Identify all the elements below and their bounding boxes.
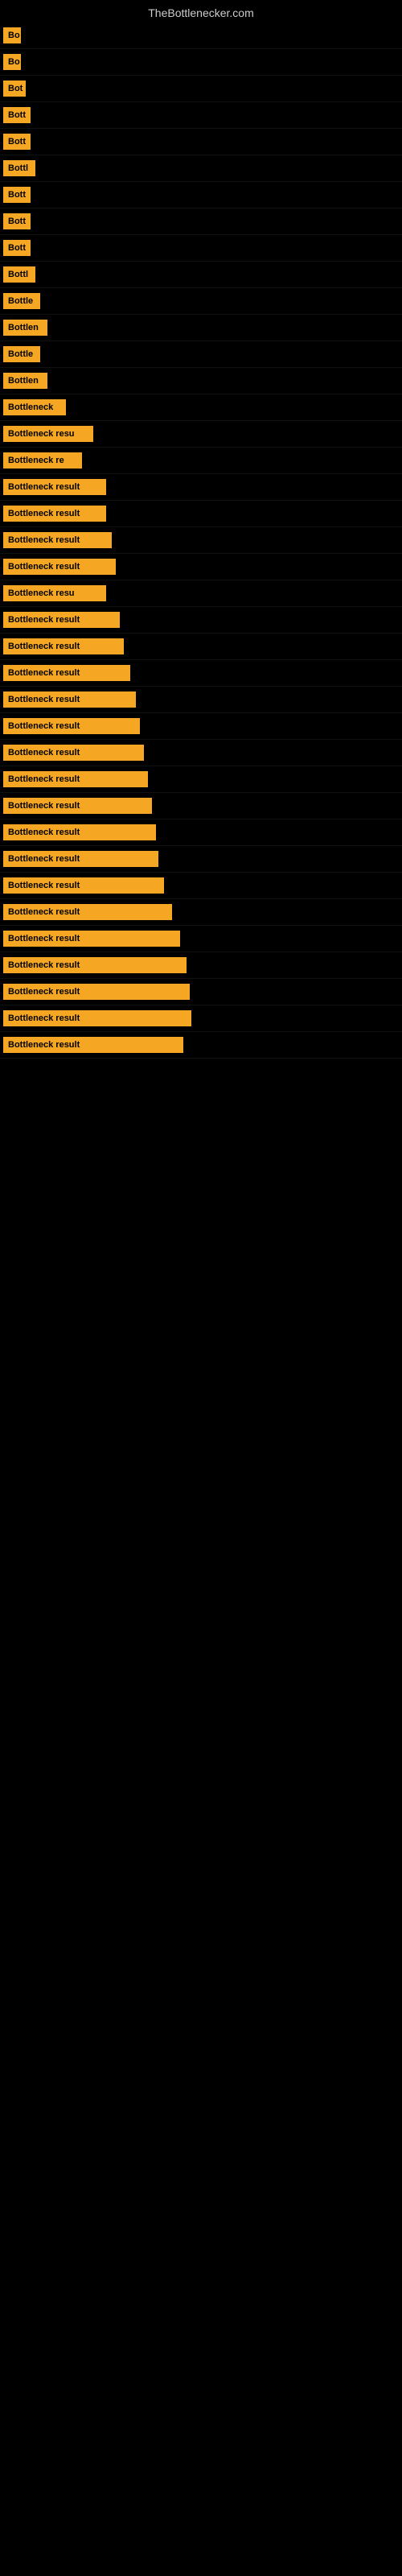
bottleneck-label: Bottleneck result: [3, 931, 180, 947]
bottleneck-label: Bottleneck result: [3, 745, 144, 761]
bottleneck-label: Bott: [3, 240, 31, 256]
list-item: Bo: [0, 49, 402, 76]
bottleneck-label: Bottleneck result: [3, 665, 130, 681]
bottleneck-label: Bottleneck result: [3, 1010, 191, 1026]
list-item: Bottleneck result: [0, 660, 402, 687]
site-title: TheBottlenecker.com: [0, 0, 402, 23]
bottleneck-label: Bott: [3, 134, 31, 150]
bottleneck-label: Bottleneck result: [3, 532, 112, 548]
bottleneck-label: Bott: [3, 213, 31, 229]
list-item: Bottleneck re: [0, 448, 402, 474]
list-item: Bott: [0, 102, 402, 129]
bottleneck-label: Bottleneck result: [3, 771, 148, 787]
list-item: Bottleneck result: [0, 634, 402, 660]
bottleneck-label: Bottleneck result: [3, 718, 140, 734]
list-item: Bott: [0, 208, 402, 235]
list-item: Bottlen: [0, 315, 402, 341]
list-item: Bottleneck result: [0, 501, 402, 527]
bottleneck-label: Bott: [3, 187, 31, 203]
bottleneck-label: Bottleneck result: [3, 904, 172, 920]
list-item: Bottleneck result: [0, 926, 402, 952]
list-item: Bottleneck result: [0, 1032, 402, 1059]
list-item: Bottleneck result: [0, 527, 402, 554]
list-item: Bottleneck result: [0, 740, 402, 766]
list-item: Bottleneck result: [0, 873, 402, 899]
bottleneck-label: Bottleneck result: [3, 984, 190, 1000]
bottleneck-label: Bottleneck result: [3, 559, 116, 575]
bottleneck-label: Bot: [3, 80, 26, 97]
list-item: Bot: [0, 76, 402, 102]
bottleneck-label: Bottleneck: [3, 399, 66, 415]
list-item: Bottleneck result: [0, 979, 402, 1005]
bottleneck-label: Bottleneck result: [3, 957, 187, 973]
bottleneck-label: Bottleneck result: [3, 612, 120, 628]
items-container: Bo Bo Bot Bott Bott Bottl Bott Bott Bott Bottl Bot…: [0, 23, 402, 1059]
bottleneck-label: Bottlen: [3, 320, 47, 336]
bottleneck-label: Bottleneck resu: [3, 426, 93, 442]
bottleneck-label: Bottleneck re: [3, 452, 82, 469]
list-item: Bott: [0, 182, 402, 208]
bottleneck-label: Bottl: [3, 160, 35, 176]
bottleneck-label: Bottl: [3, 266, 35, 283]
bottleneck-label: Bottleneck result: [3, 824, 156, 840]
list-item: Bottleneck result: [0, 846, 402, 873]
list-item: Bottleneck result: [0, 766, 402, 793]
bottleneck-label: Bottleneck resu: [3, 585, 106, 601]
list-item: Bottleneck: [0, 394, 402, 421]
list-item: Bottleneck result: [0, 713, 402, 740]
bottleneck-label: Bottlen: [3, 373, 47, 389]
bottleneck-label: Bo: [3, 54, 21, 70]
list-item: Bottleneck result: [0, 1005, 402, 1032]
bottleneck-label: Bottleneck result: [3, 798, 152, 814]
bottleneck-label: Bottleneck result: [3, 638, 124, 654]
bottleneck-label: Bottleneck result: [3, 851, 158, 867]
list-item: Bottleneck result: [0, 952, 402, 979]
bottleneck-label: Bottleneck result: [3, 1037, 183, 1053]
bottleneck-label: Bottleneck result: [3, 877, 164, 894]
bottleneck-label: Bottleneck result: [3, 691, 136, 708]
list-item: Bottleneck result: [0, 474, 402, 501]
list-item: Bottleneck resu: [0, 580, 402, 607]
list-item: Bottle: [0, 341, 402, 368]
list-item: Bo: [0, 23, 402, 49]
bottleneck-label: Bottleneck result: [3, 479, 106, 495]
bottleneck-label: Bottle: [3, 293, 40, 309]
list-item: Bottle: [0, 288, 402, 315]
bottleneck-label: Bottle: [3, 346, 40, 362]
list-item: Bottl: [0, 262, 402, 288]
list-item: Bottleneck result: [0, 687, 402, 713]
bottleneck-label: Bo: [3, 27, 21, 43]
list-item: Bott: [0, 235, 402, 262]
list-item: Bottleneck result: [0, 607, 402, 634]
list-item: Bottleneck resu: [0, 421, 402, 448]
list-item: Bottlen: [0, 368, 402, 394]
bottleneck-label: Bott: [3, 107, 31, 123]
list-item: Bottl: [0, 155, 402, 182]
list-item: Bott: [0, 129, 402, 155]
bottleneck-label: Bottleneck result: [3, 506, 106, 522]
list-item: Bottleneck result: [0, 819, 402, 846]
list-item: Bottleneck result: [0, 554, 402, 580]
list-item: Bottleneck result: [0, 793, 402, 819]
list-item: Bottleneck result: [0, 899, 402, 926]
